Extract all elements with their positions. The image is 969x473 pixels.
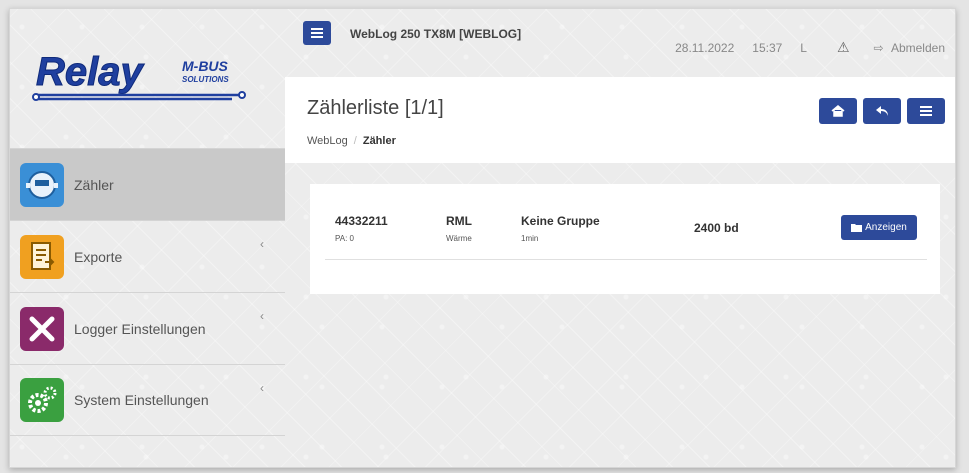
meter-id-cell: 44332211 PA: 0 — [335, 214, 388, 243]
sidebar: Relay M-BUS SOLUTIONS Zähler Exporte ‹ L… — [10, 9, 285, 467]
show-meter-button[interactable]: Anzeigen — [841, 215, 917, 240]
logout-icon: ⇨ — [873, 40, 884, 55]
date: 28.11.2022 — [675, 40, 735, 55]
meter-list-panel: 44332211 PA: 0 RML Wärme Keine Gruppe 1m… — [310, 184, 940, 294]
app-window: Relay M-BUS SOLUTIONS Zähler Exporte ‹ L… — [9, 8, 956, 468]
sidebar-item-logger-einstellungen[interactable]: Logger Einstellungen ‹ — [10, 292, 285, 364]
device-name: WebLog 250 TX8M [WEBLOG] — [350, 27, 522, 41]
sidebar-item-zaehler[interactable]: Zähler — [10, 148, 285, 220]
warning-icon[interactable]: ⚠ — [837, 39, 850, 56]
meter-baud-cell: 2400 bd — [694, 221, 739, 235]
menu-button[interactable] — [907, 98, 945, 124]
sidebar-item-label: System Einstellungen — [74, 392, 209, 408]
back-button[interactable] — [863, 98, 901, 124]
meter-pa: PA: 0 — [335, 234, 354, 243]
home-icon — [831, 105, 845, 117]
chevron-left-icon: ‹ — [260, 381, 264, 395]
meter-interval: 1min — [521, 234, 539, 243]
sidebar-item-system-einstellungen[interactable]: System Einstellungen ‹ — [10, 364, 285, 436]
hamburger-icon — [311, 28, 323, 38]
relay-logo[interactable]: Relay M-BUS SOLUTIONS — [32, 49, 252, 107]
top-bar: WebLog 250 TX8M [WEBLOG] 28.11.2022 15:3… — [285, 9, 955, 77]
sidebar-item-exporte[interactable]: Exporte ‹ — [10, 220, 285, 292]
meter-group: Keine Gruppe — [521, 214, 600, 228]
gears-icon — [20, 378, 64, 422]
meter-manufacturer: RML — [446, 214, 472, 228]
meter-group-cell: Keine Gruppe 1min — [521, 214, 600, 243]
user-badge: L — [800, 40, 807, 55]
logout-link[interactable]: ⇨ Abmelden — [874, 41, 945, 55]
chevron-left-icon: ‹ — [260, 309, 264, 323]
meter-icon — [20, 162, 64, 207]
breadcrumb: WebLog / Zähler — [307, 135, 396, 147]
folder-icon — [851, 224, 863, 232]
meter-id: 44332211 — [335, 214, 388, 228]
reply-icon — [876, 106, 888, 116]
export-icon — [20, 234, 64, 279]
breadcrumb-link-weblog[interactable]: WebLog — [307, 135, 348, 147]
svg-text:M-BUS: M-BUS — [182, 58, 229, 74]
hamburger-icon — [920, 106, 932, 116]
time: 15:37 — [752, 40, 783, 55]
chevron-left-icon: ‹ — [260, 237, 264, 251]
table-row: 44332211 PA: 0 RML Wärme Keine Gruppe 1m… — [325, 202, 927, 260]
sidebar-item-label: Exporte — [74, 248, 123, 265]
sidebar-item-label: Zähler — [74, 176, 114, 193]
svg-text:SOLUTIONS: SOLUTIONS — [182, 75, 229, 84]
sidebar-toggle-button[interactable] — [303, 21, 331, 45]
home-button[interactable] — [819, 98, 857, 124]
status-bar: 28.11.2022 15:37 L ⚠ ⇨ Abmelden — [657, 39, 945, 56]
tools-icon — [20, 306, 64, 351]
meter-medium: Wärme — [446, 234, 472, 243]
header-actions — [819, 98, 945, 124]
meter-manufacturer-cell: RML Wärme — [446, 214, 472, 243]
svg-text:Relay: Relay — [36, 50, 144, 94]
meter-baudrate: 2400 bd — [694, 221, 739, 235]
page-title: Zählerliste [1/1] — [307, 97, 444, 119]
breadcrumb-current: Zähler — [362, 135, 396, 147]
page-header: Zählerliste [1/1] WebLog / Zähler — [285, 77, 955, 163]
sidebar-item-label: Logger Einstellungen — [74, 320, 206, 337]
